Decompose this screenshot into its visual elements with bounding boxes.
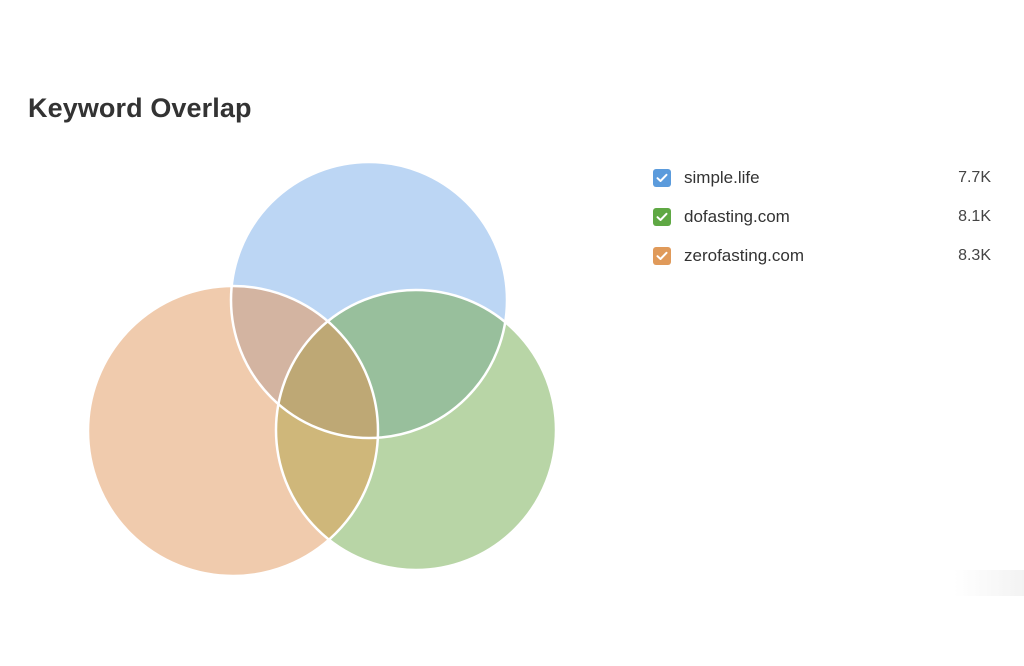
legend-checkbox-dofasting[interactable] bbox=[653, 207, 671, 226]
legend-checkbox-zerofasting[interactable] bbox=[653, 246, 671, 265]
venn-svg bbox=[86, 160, 558, 578]
check-icon bbox=[656, 212, 668, 221]
legend-value: 8.3K bbox=[958, 246, 991, 264]
legend-item-dofasting[interactable]: dofasting.com 8.1K bbox=[653, 197, 991, 236]
legend-checkbox-simple-life[interactable] bbox=[653, 168, 671, 187]
check-icon bbox=[656, 173, 668, 182]
legend-label: dofasting.com bbox=[684, 206, 790, 226]
legend-value: 8.1K bbox=[958, 207, 991, 225]
corner-shadow bbox=[954, 570, 1024, 596]
legend-label: zerofasting.com bbox=[684, 245, 804, 265]
legend-item-zerofasting[interactable]: zerofasting.com 8.3K bbox=[653, 236, 991, 275]
legend-value: 7.7K bbox=[958, 168, 991, 186]
check-icon bbox=[656, 251, 668, 260]
legend-label: simple.life bbox=[684, 167, 760, 187]
legend: simple.life 7.7K dofasting.com 8.1K zero… bbox=[653, 158, 991, 275]
venn-diagram bbox=[0, 0, 640, 640]
legend-item-simple-life[interactable]: simple.life 7.7K bbox=[653, 158, 991, 197]
